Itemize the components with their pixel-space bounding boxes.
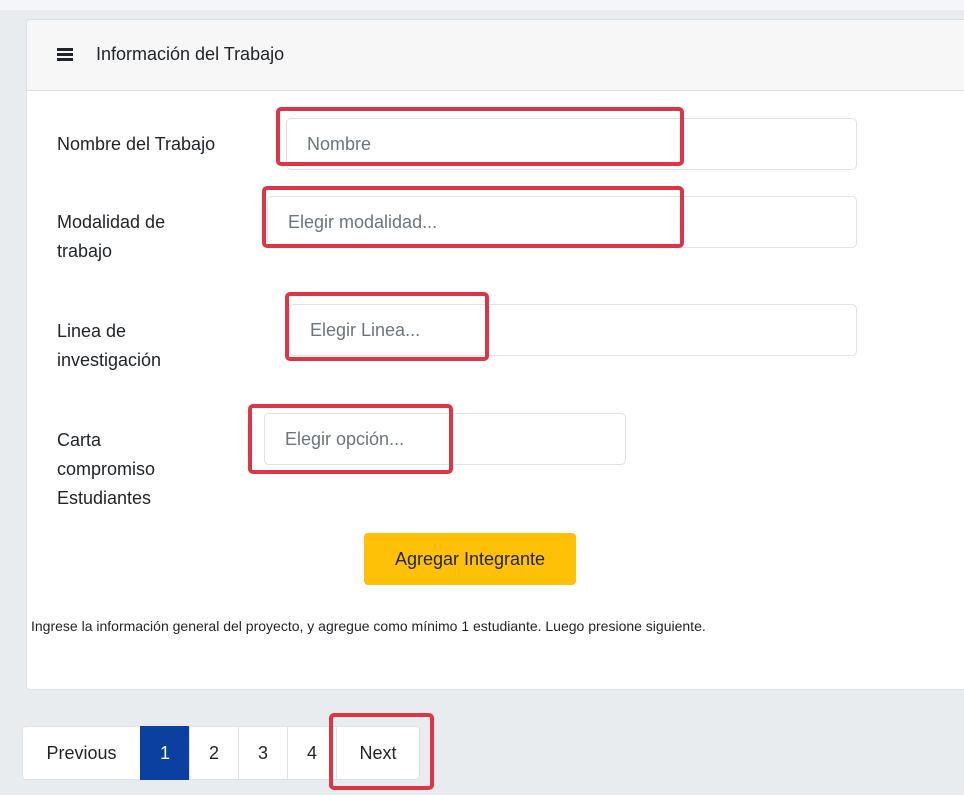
card-header: Información del Trabajo — [27, 20, 964, 91]
card-title: Información del Trabajo — [96, 44, 285, 64]
pagination-previous[interactable]: Previous — [22, 726, 141, 780]
list-icon — [57, 48, 73, 61]
pagination-page-1[interactable]: 1 — [140, 726, 190, 780]
pagination-page-3[interactable]: 3 — [238, 726, 288, 780]
pagination-page-4[interactable]: 4 — [287, 726, 337, 780]
help-text: Ingrese la información general del proye… — [31, 618, 706, 634]
pagination-page-2[interactable]: 2 — [189, 726, 239, 780]
pagination-next[interactable]: Next — [336, 726, 420, 780]
label-nombre: Nombre del Trabajo — [57, 134, 216, 154]
add-member-button[interactable]: Agregar Integrante — [364, 533, 576, 585]
label-linea: Linea de investigación — [57, 321, 162, 370]
carta-select[interactable]: Elegir opción... — [264, 413, 626, 465]
label-carta: Carta compromiso Estudiantes — [57, 430, 156, 508]
top-strip — [0, 0, 964, 10]
label-modalidad: Modalidad de trabajo — [57, 212, 166, 261]
modalidad-select[interactable]: Elegir modalidad... — [267, 196, 857, 248]
linea-select[interactable]: Elegir Linea... — [289, 304, 857, 356]
nombre-input[interactable]: Nombre — [286, 118, 857, 170]
pagination: Previous 1 2 3 4 Next — [22, 726, 420, 780]
